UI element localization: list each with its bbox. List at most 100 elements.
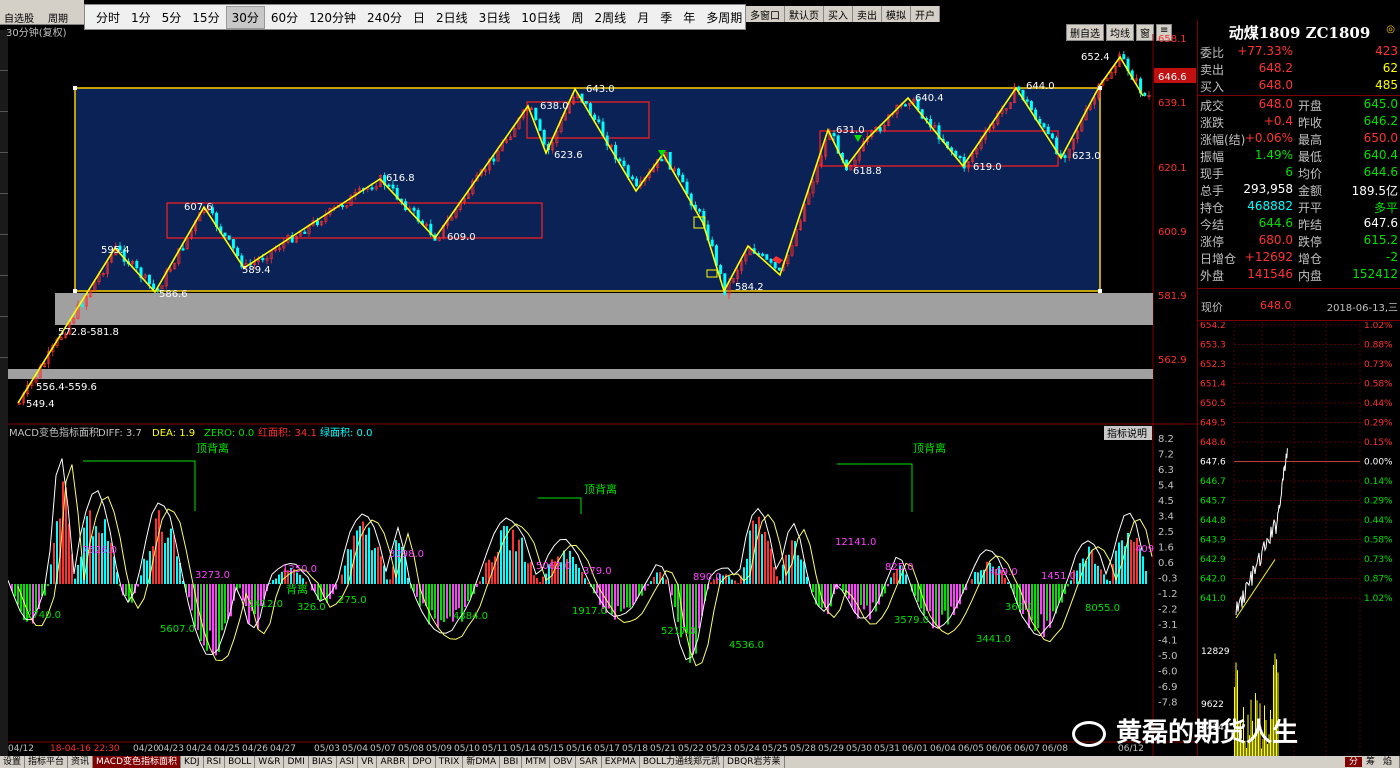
period-week[interactable]: 周	[567, 7, 589, 28]
period-15min[interactable]: 15分	[187, 7, 224, 28]
macd-zero: ZERO: 0.0	[204, 428, 254, 439]
macd-bar-124	[380, 556, 382, 584]
chart-area[interactable]: 652.4 643.0 638.0 644.0 640.4 631.0 623.…	[8, 34, 1197, 756]
candle-162	[698, 209, 702, 212]
default-page-button[interactable]: 默认页	[785, 6, 824, 22]
macd-bar-333	[1007, 582, 1009, 584]
mini-tab-2[interactable]: 焰	[1379, 757, 1396, 767]
indicator-tab-15[interactable]: 新DMA	[463, 756, 501, 768]
indicator-tab-12[interactable]: ARBR	[377, 756, 410, 768]
indicator-tab-14[interactable]: TRIX	[436, 756, 464, 768]
indicator-tab-1[interactable]: 指标平台	[25, 756, 69, 768]
indicator-tab-4[interactable]: KDJ	[181, 756, 204, 768]
watchlist-tab[interactable]: 自选股	[4, 10, 34, 25]
macd-bar-268	[812, 584, 814, 593]
indicator-tab-18[interactable]: OBV	[550, 756, 577, 768]
period-120min[interactable]: 120分钟	[304, 7, 361, 28]
macd-title: MACD变色指标面积	[9, 426, 99, 439]
period-30min[interactable]: 30分	[225, 5, 265, 29]
period-day[interactable]: 日	[408, 7, 430, 28]
settings-circle-icon[interactable]: ◎	[1386, 24, 1395, 35]
open-account-button[interactable]: 开户	[911, 6, 940, 22]
indicator-tab-9[interactable]: BIAS	[309, 756, 337, 768]
indicator-tab-8[interactable]: DMI	[284, 756, 309, 768]
indicator-tab-3[interactable]: MACD变色指标面积	[93, 756, 182, 768]
date-axis: 04/12 18-04-16 22:30 04/20 04/23 04/24 04/25 0…	[8, 744, 1144, 754]
period-2week[interactable]: 2周线	[590, 7, 632, 28]
indicator-tab-16[interactable]: BBI	[500, 756, 523, 768]
macd-diff: DIFF: 3.7	[98, 428, 142, 439]
candle-94	[412, 207, 416, 211]
indicator-tab-6[interactable]: BOLL	[225, 756, 256, 768]
green-area-10: 3579.0	[894, 615, 929, 626]
period-year[interactable]: 年	[678, 7, 700, 28]
period-quarter[interactable]: 季	[655, 7, 677, 28]
macd-bar-190	[578, 567, 580, 584]
period-multi[interactable]: 多周期	[701, 7, 747, 28]
buy-button[interactable]: 买入	[824, 6, 853, 22]
period-5min[interactable]: 5分	[157, 7, 187, 28]
macd-bar-205	[623, 584, 625, 609]
candle-68	[303, 231, 307, 234]
macd-bar-122	[374, 548, 376, 584]
indicator-explain-button[interactable]: 指标说明	[1107, 427, 1147, 440]
green-area-7: 1917.0	[572, 606, 607, 617]
red-area-8: 12141.0	[835, 537, 876, 548]
support-band-upper	[55, 293, 1153, 325]
macd-bar-7	[29, 584, 31, 612]
mini-right-tick-2: 0.73%	[1364, 360, 1393, 370]
red-area-9: 825.0	[885, 562, 914, 573]
mini-left-tick-11: 643.9	[1200, 536, 1226, 546]
sell-button[interactable]: 卖出	[853, 6, 882, 22]
period-2day[interactable]: 2日线	[431, 7, 473, 28]
macd-tick-10: -1.2	[1158, 589, 1178, 600]
consolidation-box	[74, 87, 1101, 292]
macd-bar-90	[278, 574, 280, 584]
macd-bar-362	[1094, 563, 1096, 584]
period-month[interactable]: 月	[632, 7, 654, 28]
intraday-mini-chart[interactable]: 654.2 653.3 652.3 651.4 650.5 649.5 648.6 647.6…	[1198, 322, 1400, 762]
macd-bar-280	[848, 584, 850, 599]
indicator-tab-20[interactable]: EXPMA	[602, 756, 640, 768]
indicator-tab-19[interactable]: SAR	[576, 756, 602, 768]
multi-window-button[interactable]: 多窗口	[746, 6, 785, 22]
indicator-tab-10[interactable]: ASI	[337, 756, 359, 768]
simulate-button[interactable]: 模拟	[882, 6, 911, 22]
macd-bar-254	[770, 548, 772, 584]
candle-50	[227, 235, 231, 240]
mini-tab-1[interactable]: 筹	[1362, 757, 1379, 767]
macd-bar-374	[1130, 539, 1132, 584]
period-60min[interactable]: 60分	[266, 7, 303, 28]
period-1min[interactable]: 1分	[126, 7, 156, 28]
period-tab[interactable]: 周期	[48, 10, 68, 25]
date-tick-0: 04/12	[8, 744, 34, 754]
red-area-6: 379.0	[583, 566, 612, 577]
macd-bar-307	[929, 584, 931, 612]
indicator-tab-13[interactable]: DPO	[409, 756, 436, 768]
price-tick-600: 600.9	[1158, 227, 1187, 238]
indicator-tab-7[interactable]: W&R	[255, 756, 285, 768]
indicator-tab-11[interactable]: VR	[358, 756, 378, 768]
volume-label-1: 12829	[1201, 647, 1230, 657]
macd-bar-294	[890, 577, 892, 584]
mini-left-tick-4: 650.5	[1200, 399, 1226, 409]
macd-bar-133	[407, 577, 409, 584]
mini-left-tick-3: 651.4	[1200, 380, 1226, 390]
indicator-tab-0[interactable]: 设置	[0, 756, 26, 768]
indicator-tab-5[interactable]: RSI	[204, 756, 226, 768]
period-240min[interactable]: 240分	[362, 7, 407, 28]
period-3day[interactable]: 3日线	[474, 7, 516, 28]
indicator-tab-21[interactable]: BOLL力通线郑元凯	[640, 756, 725, 768]
indicator-tab-22[interactable]: DBQR岩芳莱	[724, 756, 785, 768]
indicator-tab-2[interactable]: 资讯	[68, 756, 94, 768]
current-price-value: 648.0	[1260, 299, 1292, 312]
period-fenshi[interactable]: 分时	[91, 7, 125, 28]
macd-bar-249	[755, 524, 757, 584]
macd-bar-228	[692, 584, 694, 655]
candle-123	[534, 107, 538, 120]
indicator-tab-17[interactable]: MTM	[522, 756, 551, 768]
period-10day[interactable]: 10日线	[516, 7, 565, 28]
macd-bar-285	[863, 584, 865, 610]
mini-tab-0[interactable]: 分	[1344, 757, 1362, 767]
candle-15	[80, 304, 84, 307]
